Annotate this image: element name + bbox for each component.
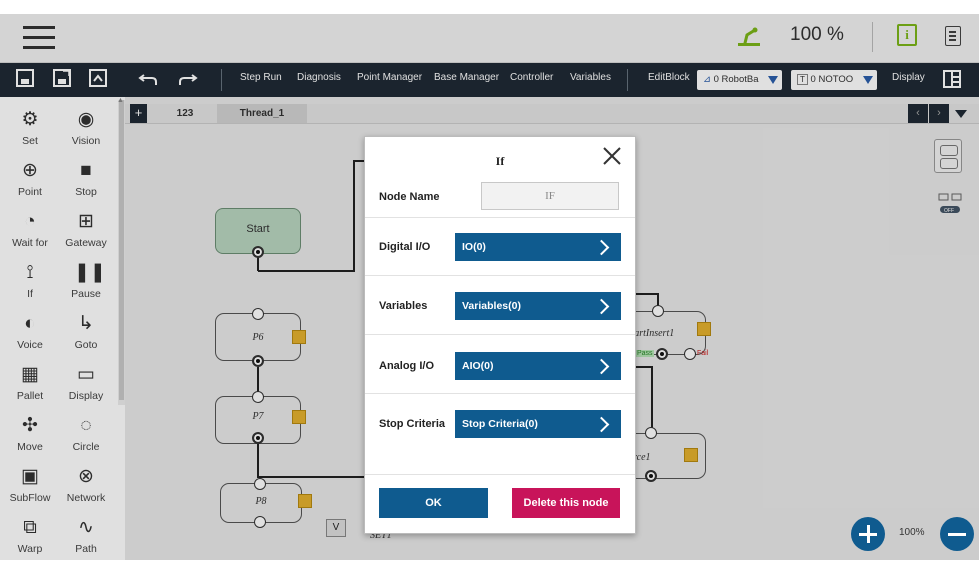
analog-io-button-label: AIO(0) — [462, 360, 494, 372]
digital-io-button-label: IO(0) — [462, 241, 486, 253]
digital-io-button[interactable]: IO(0) — [455, 233, 621, 261]
variables-label: Variables — [379, 300, 428, 312]
chevron-right-icon — [593, 298, 610, 315]
node-name-field[interactable]: IF — [481, 182, 619, 210]
zoom-in-button[interactable] — [851, 517, 885, 551]
zoom-out-button[interactable] — [940, 517, 974, 551]
variables-button-label: Variables(0) — [462, 300, 521, 312]
digital-io-label: Digital I/O — [379, 241, 431, 253]
divider — [365, 393, 635, 394]
node-name-label: Node Name — [379, 191, 440, 203]
ok-button[interactable]: OK — [379, 488, 488, 518]
chevron-right-icon — [593, 239, 610, 256]
stop-criteria-button[interactable]: Stop Criteria(0) — [455, 410, 621, 438]
zoom-percent: 100% — [899, 527, 925, 538]
analog-io-button[interactable]: AIO(0) — [455, 352, 621, 380]
variables-button[interactable]: Variables(0) — [455, 292, 621, 320]
stop-criteria-button-label: Stop Criteria(0) — [462, 418, 538, 430]
chevron-right-icon — [593, 416, 610, 433]
if-node-dialog: If Node Name IF Digital I/O IO(0) Variab… — [364, 136, 636, 534]
delete-node-button[interactable]: Delete this node — [512, 488, 620, 518]
divider — [365, 334, 635, 335]
dialog-title: If — [495, 154, 505, 168]
close-icon[interactable] — [601, 145, 623, 167]
divider — [365, 275, 635, 276]
chevron-right-icon — [593, 358, 610, 375]
analog-io-label: Analog I/O — [379, 360, 434, 372]
divider — [365, 474, 635, 475]
divider — [365, 217, 635, 218]
stop-criteria-label: Stop Criteria — [379, 418, 446, 430]
